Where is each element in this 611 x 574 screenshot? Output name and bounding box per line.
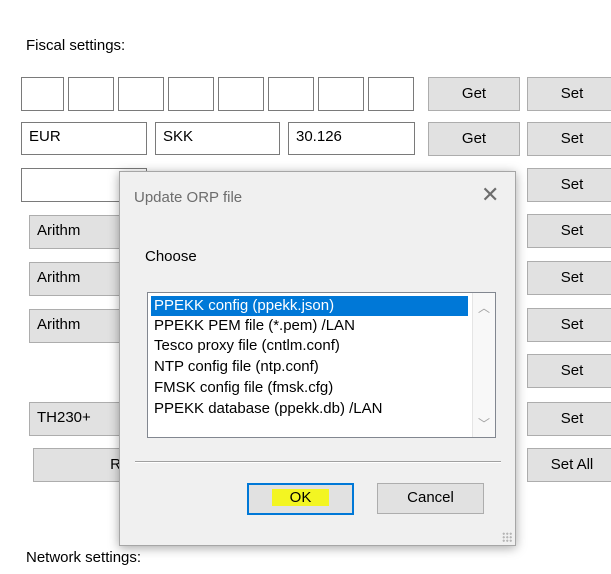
get-button-row2[interactable]: Get <box>428 122 520 156</box>
dialog-separator <box>135 461 501 463</box>
list-item[interactable]: PPEKK config (ppekk.json) <box>151 296 468 316</box>
scroll-down-icon[interactable]: ﹀ <box>478 415 490 432</box>
resize-grip-icon[interactable] <box>502 532 512 542</box>
get-button-row1[interactable]: Get <box>428 77 520 111</box>
file-type-listbox[interactable]: PPEKK config (ppekk.json) PPEKK PEM file… <box>147 292 496 438</box>
update-orp-dialog: Update ORP file ✕ Choose PPEKK config (p… <box>119 171 516 546</box>
digit-box-5[interactable] <box>218 77 264 111</box>
ok-button[interactable]: OK <box>247 483 354 515</box>
exchange-rate-field[interactable]: 30.126 <box>288 122 415 155</box>
set-button-row7[interactable]: Set <box>527 354 611 388</box>
cancel-button[interactable]: Cancel <box>377 483 484 514</box>
digit-box-4[interactable] <box>168 77 214 111</box>
digit-box-1[interactable] <box>21 77 64 111</box>
list-item[interactable]: Tesco proxy file (cntlm.conf) <box>151 336 468 356</box>
set-button-row8[interactable]: Set <box>527 402 611 436</box>
set-button-row2[interactable]: Set <box>527 122 611 156</box>
listbox-scrollbar[interactable]: ︿ ﹀ <box>472 293 495 437</box>
set-button-row6[interactable]: Set <box>527 308 611 342</box>
digit-box-6[interactable] <box>268 77 314 111</box>
network-settings-label: Network settings: <box>26 549 142 566</box>
currency-from-field[interactable]: EUR <box>21 122 147 155</box>
list-item[interactable]: FMSK config file (fmsk.cfg) <box>151 378 468 398</box>
close-icon[interactable]: ✕ <box>481 183 499 207</box>
ok-button-label: OK <box>271 489 330 506</box>
dialog-title: Update ORP file <box>134 189 243 206</box>
set-button-row5[interactable]: Set <box>527 261 611 295</box>
set-all-button[interactable]: Set All <box>527 448 611 482</box>
scroll-up-icon[interactable]: ︿ <box>478 299 490 316</box>
digit-box-2[interactable] <box>68 77 114 111</box>
list-item[interactable]: PPEKK database (ppekk.db) /LAN <box>151 399 468 419</box>
list-item[interactable]: PPEKK PEM file (*.pem) /LAN <box>151 316 468 336</box>
digit-box-3[interactable] <box>118 77 164 111</box>
fiscal-settings-label: Fiscal settings: <box>26 37 126 54</box>
choose-label: Choose <box>145 248 197 265</box>
digit-box-8[interactable] <box>368 77 414 111</box>
set-button-row3[interactable]: Set <box>527 168 611 202</box>
set-button-row4[interactable]: Set <box>527 214 611 248</box>
set-button-row1[interactable]: Set <box>527 77 611 111</box>
currency-to-field[interactable]: SKK <box>155 122 280 155</box>
list-item[interactable]: NTP config file (ntp.conf) <box>151 357 468 377</box>
digit-box-7[interactable] <box>318 77 364 111</box>
